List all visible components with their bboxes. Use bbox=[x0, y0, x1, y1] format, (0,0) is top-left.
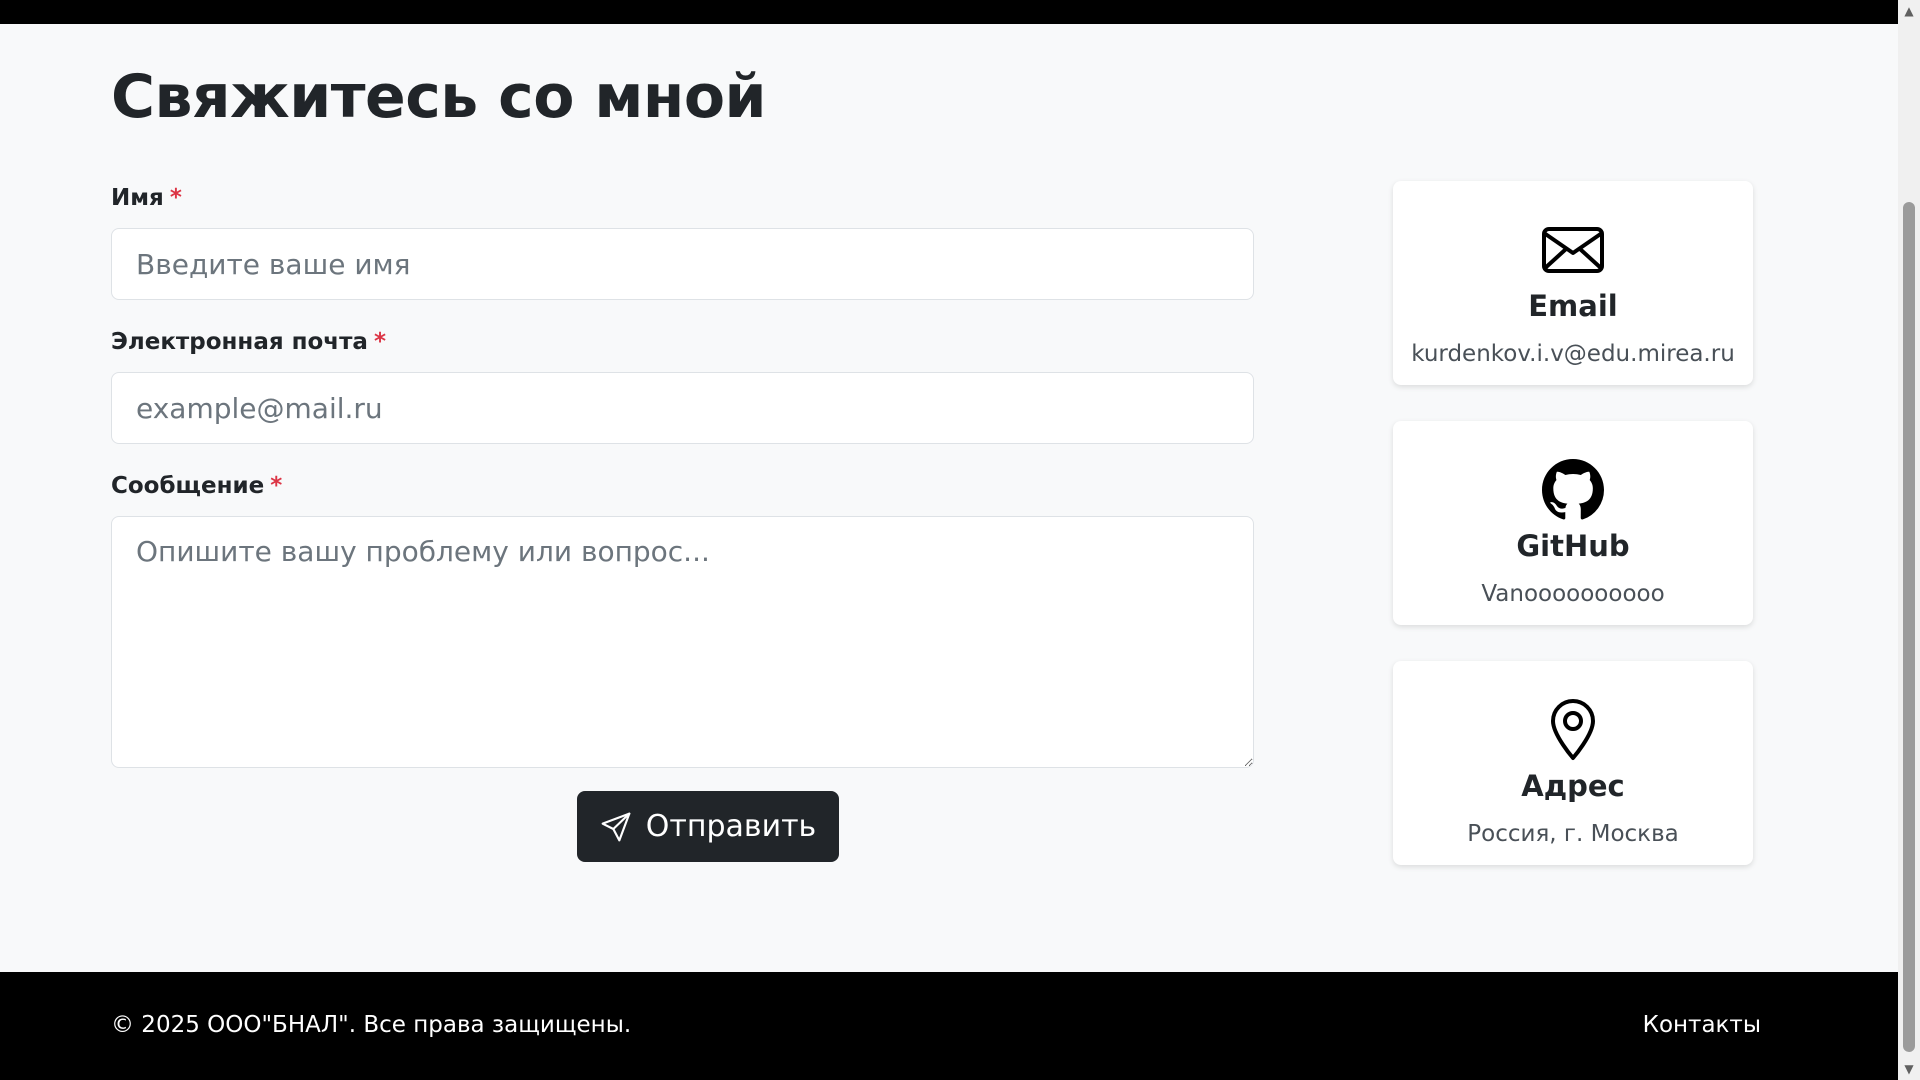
page-title: Свяжитесь со мной bbox=[111, 62, 767, 132]
scroll-up-arrow-icon[interactable]: ▲ bbox=[1898, 0, 1920, 22]
contact-value: Vanoooooooooo bbox=[1481, 581, 1665, 607]
contact-value: kurdenkov.i.v@edu.mirea.ru bbox=[1411, 341, 1735, 367]
footer-contacts-link[interactable]: Контакты bbox=[1643, 1012, 1761, 1038]
required-mark: * bbox=[373, 329, 386, 355]
submit-button[interactable]: Отправить bbox=[577, 791, 839, 862]
contact-title: Адрес bbox=[1521, 769, 1625, 803]
send-icon bbox=[601, 812, 631, 841]
footer: © 2025 ООО"БНАЛ". Все права защищены. Ко… bbox=[0, 972, 1898, 1080]
map-pin-icon bbox=[1542, 699, 1604, 761]
contact-title: Email bbox=[1528, 289, 1618, 323]
contact-card-address: Адрес Россия, г. Москва bbox=[1393, 661, 1753, 865]
message-label-text: Сообщение bbox=[111, 473, 265, 499]
envelope-icon bbox=[1542, 219, 1604, 281]
contact-title: GitHub bbox=[1516, 529, 1630, 563]
header-strip bbox=[0, 0, 1898, 24]
contact-card-github: GitHub Vanoooooooooo bbox=[1393, 421, 1753, 625]
scrollbar-thumb[interactable] bbox=[1903, 202, 1915, 1052]
footer-copyright: © 2025 ООО"БНАЛ". Все права защищены. bbox=[111, 1012, 632, 1038]
name-label: Имя * bbox=[111, 185, 182, 211]
vertical-scrollbar[interactable]: ▲ ▼ bbox=[1898, 0, 1920, 1080]
contact-card-email: Email kurdenkov.i.v@edu.mirea.ru bbox=[1393, 181, 1753, 385]
name-label-text: Имя bbox=[111, 185, 164, 211]
submit-button-label: Отправить bbox=[645, 809, 817, 844]
required-mark: * bbox=[169, 185, 182, 211]
scroll-down-arrow-icon[interactable]: ▼ bbox=[1898, 1058, 1920, 1080]
name-input[interactable] bbox=[111, 228, 1254, 300]
github-icon bbox=[1542, 459, 1604, 521]
contact-value: Россия, г. Москва bbox=[1467, 821, 1679, 847]
required-mark: * bbox=[270, 473, 283, 499]
email-label: Электронная почта * bbox=[111, 329, 386, 355]
message-textarea[interactable] bbox=[111, 516, 1254, 768]
email-input[interactable] bbox=[111, 372, 1254, 444]
email-label-text: Электронная почта bbox=[111, 329, 368, 355]
page-viewport: Свяжитесь со мной Имя* Электронная почта… bbox=[0, 0, 1898, 1080]
message-label: Сообщение * bbox=[111, 473, 282, 499]
